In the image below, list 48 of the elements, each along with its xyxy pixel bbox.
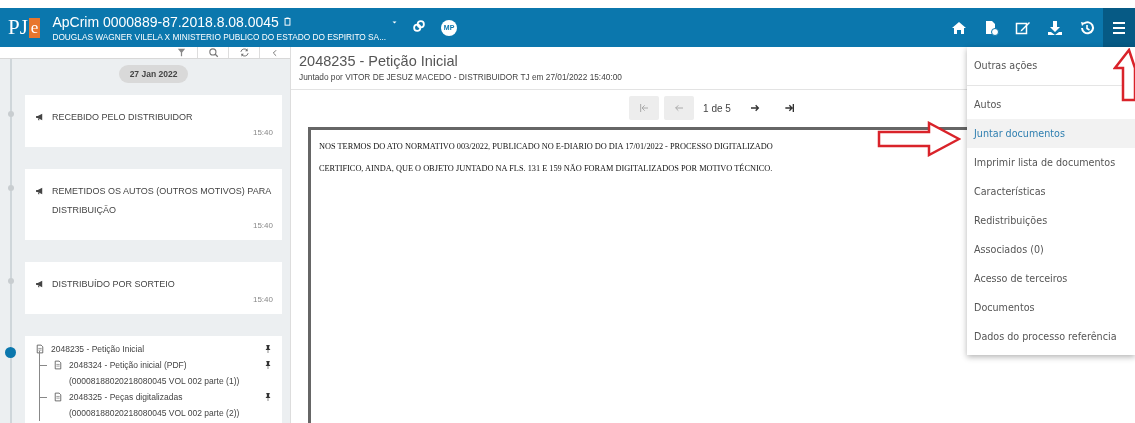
menu-item[interactable]: Documentos: [967, 293, 1135, 322]
arrow-left-icon: [673, 102, 686, 114]
arrow-right-icon: [748, 102, 761, 114]
document-icon: [53, 360, 63, 370]
document-icon: [53, 392, 63, 402]
menu-item[interactable]: Imprimir lista de documentos: [967, 148, 1135, 177]
document-link[interactable]: 2048325 - Peças digitalizadas (00008188020218080045 VOL 002 parte (2)): [69, 389, 257, 421]
timeline-card[interactable]: 2048235 - Petição Inicial 2048324 - Petição inicial (PDF) (00008188020218080045 VOL 002 parte (1)) 2048325 - Peças digitalizadas (00008188020218080045 VOL 002 parte (2)): [25, 336, 282, 423]
megaphone-icon: [35, 186, 45, 196]
event-text: DISTRIBUÍDO POR SORTEIO: [52, 278, 175, 291]
document-title: 2048235 - Petição Inicial: [299, 53, 458, 69]
download-icon: [1046, 18, 1064, 37]
timeline-card[interactable]: REMETIDOS OS AUTOS (OUTROS MOTIVOS) PARA DISTRIBUIÇÃO 15:40: [25, 169, 282, 240]
date-label: 27 Jan 2022: [118, 65, 189, 83]
event-text: REMETIDOS OS AUTOS (OUTROS MOTIVOS) PARA DISTRIBUIÇÃO: [52, 185, 272, 217]
process-title: ApCrim 0000889-87.2018.8.08.0045: [52, 13, 279, 30]
menu-item[interactable]: Características: [967, 177, 1135, 206]
search-icon: [207, 47, 219, 58]
document-info: Juntado por VITOR DE JESUZ MACEDO - DISTRIBUIDOR TJ em 27/01/2022 15:40:00: [299, 72, 622, 82]
document-text: NOS TERMOS DO ATO NORMATIVO 003/2022, PUBLICADO NO E-DIARIO DO DIA 17/01/2022 - PROCESSO DIGITALIZADO: [319, 141, 773, 153]
event-text: RECEBIDO PELO DISTRIBUIDOR: [52, 111, 193, 124]
document-link[interactable]: 2048324 - Petição inicial (PDF) (00008188020218080045 VOL 002 parte (1)): [69, 357, 257, 389]
page-indicator: 1 de 5: [703, 102, 731, 114]
menu-item[interactable]: Associados (0): [967, 235, 1135, 264]
last-page-icon: [783, 102, 796, 114]
document-link[interactable]: 2048235 - Petição Inicial: [51, 341, 257, 357]
timeline-card[interactable]: RECEBIDO PELO DISTRIBUIDOR 15:40: [25, 95, 282, 147]
document-icon: [35, 344, 45, 354]
menu-item[interactable]: Autos: [967, 90, 1135, 119]
menu-item[interactable]: Dados do processo referência: [967, 322, 1135, 351]
pje-logo[interactable]: PJe: [8, 15, 41, 40]
event-time: 15:40: [252, 220, 273, 232]
refresh-icon: [238, 47, 250, 58]
first-page-icon: [638, 102, 651, 114]
menu-item[interactable]: Acesso de terceiros: [967, 264, 1135, 293]
linked-circles-icon: [411, 17, 428, 34]
document-text: CERTIFICO, AINDA, QUE O OBJETO JUNTADO NA FLS. 131 E 159 NÃO FORAM DIGITALIZADOS POR MOTIVO TÉCNICO.: [319, 162, 773, 175]
event-time: 15:40: [252, 127, 273, 139]
megaphone-icon: [35, 279, 45, 289]
history-icon: [1078, 18, 1096, 37]
menu-item[interactable]: Juntar documentos: [967, 119, 1135, 148]
menu-button[interactable]: [1103, 8, 1135, 47]
timeline-card[interactable]: DISTRIBUÍDO POR SORTEIO 15:40: [25, 262, 282, 314]
event-time: 15:40: [252, 294, 273, 306]
process-parties: DOUGLAS WAGNER VILELA X MINISTERIO PUBLICO DO ESTADO DO ESPIRITO SA...: [52, 31, 387, 42]
clipboard-icon: [281, 16, 293, 27]
menu-item[interactable]: Redistribuições: [967, 206, 1135, 235]
megaphone-icon: [35, 112, 45, 122]
